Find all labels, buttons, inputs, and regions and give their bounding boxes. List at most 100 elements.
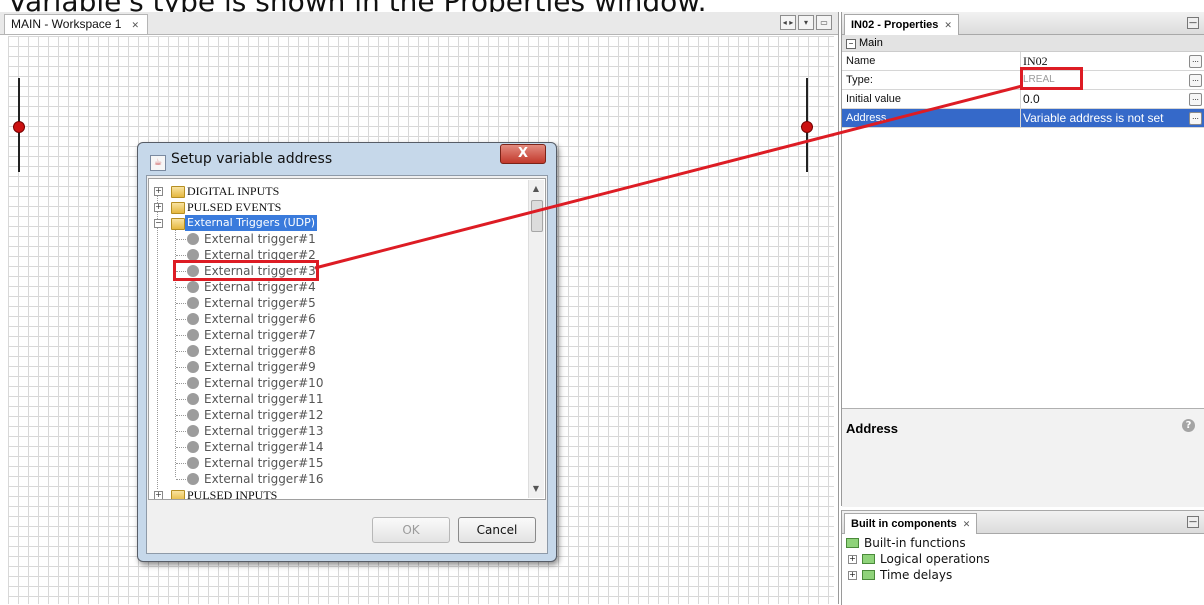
tree-node[interactable]: + DIGITAL INPUTS (149, 183, 529, 199)
scroll-tabs-icon[interactable]: ◂ ▸ (780, 15, 796, 30)
tree-node[interactable]: External trigger#13 (149, 423, 529, 439)
prop-row-initial-value[interactable]: Initial value 0.0 ... (842, 90, 1204, 109)
ok-button[interactable]: OK (372, 517, 450, 543)
left-rail-node[interactable] (13, 121, 25, 133)
tree-node[interactable]: External trigger#10 (149, 375, 529, 391)
ellipsis-button[interactable]: ... (1189, 93, 1202, 106)
tree-node[interactable]: External trigger#16 (149, 471, 529, 487)
tree-node-label: PULSED INPUTS (187, 488, 278, 500)
ellipsis-button[interactable]: ... (1189, 55, 1202, 68)
tree-node[interactable]: External trigger#7 (149, 327, 529, 343)
scroll-thumb[interactable] (531, 200, 543, 232)
tree-item[interactable]: + Logical operations (842, 551, 1204, 567)
tree-node[interactable]: External trigger#1 (149, 231, 529, 247)
tree-scrollbar[interactable]: ▲ ▼ (528, 180, 544, 498)
expand-icon[interactable]: + (154, 203, 163, 212)
properties-minimize-icon[interactable]: — (1187, 17, 1199, 29)
tree-node-label: External trigger#5 (204, 296, 316, 310)
tree-connector (176, 287, 186, 288)
prop-value[interactable]: Variable address is not set (1023, 109, 1164, 127)
scroll-up-icon[interactable]: ▲ (531, 184, 541, 194)
tree-connector (176, 479, 186, 480)
expand-icon[interactable]: + (848, 571, 857, 580)
property-description: Address ? (842, 408, 1204, 507)
tree-connector (176, 463, 186, 464)
tree-node-label: External trigger#13 (204, 424, 324, 438)
properties-title: IN02 - Properties (851, 19, 939, 31)
tab-built-in-components[interactable]: Built in components ✕ (844, 513, 978, 534)
tree-node[interactable]: + PULSED EVENTS (149, 199, 529, 215)
tree-node[interactable]: External trigger#4 (149, 279, 529, 295)
tab-close-icon[interactable]: ✕ (131, 20, 139, 30)
address-tree[interactable]: + DIGITAL INPUTS + PULSED EVENTS − External T… (148, 178, 546, 500)
setup-variable-address-dialog: ☕ Setup variable address X + DIGITAL INPUT… (137, 142, 557, 562)
trigger-node-icon (187, 345, 199, 357)
tree-item-label: Logical operations (880, 552, 990, 566)
tree-node[interactable]: − External Triggers (UDP) (149, 215, 529, 231)
tree-node-label: External trigger#14 (204, 440, 324, 454)
tab-list-icon[interactable]: ▾ (798, 15, 814, 30)
tree-node[interactable]: External trigger#15 (149, 455, 529, 471)
tab-main-workspace[interactable]: MAIN - Workspace 1 ✕ (4, 14, 149, 34)
tree-node[interactable]: External trigger#9 (149, 359, 529, 375)
prop-key: Address (846, 112, 887, 124)
tree-node[interactable]: External trigger#14 (149, 439, 529, 455)
dialog-close-button[interactable]: X (500, 144, 546, 164)
tree-node-label: External trigger#7 (204, 328, 316, 342)
tree-connector (176, 239, 186, 240)
collapse-icon[interactable]: − (846, 39, 856, 49)
dialog-title-text: Setup variable address (171, 151, 333, 167)
tab-label: MAIN - Workspace 1 (11, 17, 122, 31)
tree-node[interactable]: + PULSED INPUTS (149, 487, 529, 500)
prop-key: Initial value (846, 93, 902, 105)
tree-item[interactable]: + Time delays (842, 567, 1204, 583)
folder-icon (171, 218, 185, 230)
tree-connector (176, 415, 186, 416)
folder-icon (171, 490, 185, 499)
trigger-node-icon (187, 457, 199, 469)
maximize-icon[interactable]: ▭ (816, 15, 832, 30)
components-close-icon[interactable]: ✕ (963, 519, 971, 529)
tree-node[interactable]: External trigger#11 (149, 391, 529, 407)
dialog-body: + DIGITAL INPUTS + PULSED EVENTS − External T… (146, 175, 548, 554)
folder-icon (171, 186, 185, 198)
ellipsis-button[interactable]: ... (1189, 74, 1202, 87)
components-minimize-icon[interactable]: — (1187, 516, 1199, 528)
properties-close-icon[interactable]: ✕ (944, 20, 952, 30)
tree-node[interactable]: External trigger#6 (149, 311, 529, 327)
right-rail-node[interactable] (801, 121, 813, 133)
expand-icon[interactable]: + (154, 491, 163, 499)
scroll-down-icon[interactable]: ▼ (531, 484, 541, 494)
components-title: Built in components (851, 518, 957, 530)
dialog-title: ☕ Setup variable address (150, 151, 332, 171)
trigger-node-icon (187, 441, 199, 453)
tree-item[interactable]: Built-in functions (842, 535, 1204, 551)
tree-node[interactable]: External trigger#8 (149, 343, 529, 359)
section-main[interactable]: − Main (842, 35, 1204, 52)
editor-controls: ◂ ▸ ▾ ▭ (780, 15, 832, 30)
help-icon[interactable]: ? (1182, 419, 1195, 432)
section-label: Main (859, 37, 883, 49)
prop-row-address[interactable]: Address Variable address is not set ... (842, 109, 1204, 128)
tree-connector (176, 367, 186, 368)
expand-icon[interactable]: + (154, 187, 163, 196)
trigger-node-icon (187, 281, 199, 293)
cancel-button[interactable]: Cancel (458, 517, 536, 543)
tree-node[interactable]: External trigger#12 (149, 407, 529, 423)
ellipsis-button[interactable]: ... (1189, 112, 1202, 125)
trigger-node-icon (187, 297, 199, 309)
tree-node-label: External trigger#1 (204, 232, 316, 246)
prop-value[interactable]: 0.0 (1023, 90, 1040, 108)
tree-node[interactable]: External trigger#5 (149, 295, 529, 311)
tree-connector (176, 319, 186, 320)
expand-icon[interactable]: + (848, 555, 857, 564)
collapse-icon[interactable]: − (154, 219, 163, 228)
tree-connector (176, 303, 186, 304)
tree-connector (176, 399, 186, 400)
tab-properties[interactable]: IN02 - Properties ✕ (844, 14, 959, 35)
components-panel: Built in components ✕ — Built-in function… (841, 510, 1204, 605)
tree-node-label: External trigger#8 (204, 344, 316, 358)
tree-node-label: External trigger#10 (204, 376, 324, 390)
tree-node-label: External trigger#15 (204, 456, 324, 470)
tree-node-label: External Triggers (UDP) (185, 215, 318, 231)
